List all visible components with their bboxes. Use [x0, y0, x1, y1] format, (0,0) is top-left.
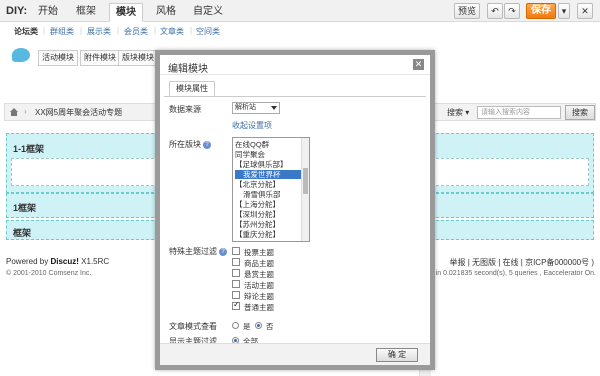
- close-diy-button[interactable]: ✕: [577, 3, 593, 19]
- checkbox-trade[interactable]: [232, 258, 240, 266]
- processed-info: ssed in 0.021835 second(s), 5 queries , …: [418, 270, 596, 277]
- list-item[interactable]: 【北京分舵】: [235, 180, 301, 189]
- checkbox-poll[interactable]: [232, 247, 240, 255]
- frame-label: 1-1框架: [13, 144, 45, 154]
- frame-label: 1框架: [13, 203, 37, 213]
- powered-by: Powered by Discuz! X1.5RC: [6, 257, 110, 266]
- help-icon: ?: [203, 140, 211, 149]
- list-item[interactable]: 【足球俱乐部】: [235, 160, 301, 169]
- radio-no[interactable]: [255, 322, 262, 329]
- tab-style[interactable]: 风格: [150, 3, 182, 22]
- list-item[interactable]: 【苏州分舵】: [235, 220, 301, 229]
- chevron-down-icon: [271, 106, 277, 110]
- help-icon: ?: [219, 247, 227, 256]
- list-item-selected[interactable]: 我爱世界杯: [235, 170, 301, 179]
- footer-links[interactable]: 举报 | 无图版 | 在线 | 京ICP备000000号 ): [450, 257, 595, 268]
- cat-display[interactable]: 展示类: [87, 26, 111, 37]
- preview-button[interactable]: 预览: [454, 3, 480, 19]
- cat-member[interactable]: 会员类: [124, 26, 148, 37]
- diy-toolbar: DIY: 开始 框架 模块 风格 自定义 预览 ↶ ↷ 保存 ▾ ✕: [0, 0, 600, 22]
- listbox-scrollbar[interactable]: [301, 138, 309, 241]
- tab-frame[interactable]: 框架: [70, 3, 102, 22]
- data-source-label: 数据来源: [169, 105, 201, 114]
- list-item[interactable]: 【上海分舵】: [235, 200, 301, 209]
- list-item[interactable]: 【重庆分舵】: [235, 230, 301, 239]
- data-source-select[interactable]: 解析站: [232, 102, 280, 114]
- save-dropdown-button[interactable]: ▾: [558, 3, 570, 19]
- discuz-link[interactable]: Discuz!: [50, 257, 78, 266]
- checkbox-activity[interactable]: [232, 280, 240, 288]
- diy-logo: DIY:: [6, 5, 28, 17]
- redo-icon[interactable]: ↷: [504, 3, 520, 19]
- special-filter-label: 特殊主题过滤?: [169, 246, 227, 257]
- edit-module-dialog: 编辑模块 ✕ 模块属性 数据来源 解析站 收起设置项 所在版块? 在线QQ群 同…: [155, 50, 435, 370]
- search-button[interactable]: 搜索: [565, 105, 595, 120]
- list-item[interactable]: 滑雪俱乐部: [235, 190, 301, 199]
- radio-yes[interactable]: [232, 322, 239, 329]
- dialog-footer: 确 定: [160, 343, 430, 365]
- cat-forum[interactable]: 论坛类: [14, 26, 38, 37]
- dialog-header: 编辑模块 ✕: [160, 55, 430, 75]
- tab-custom[interactable]: 自定义: [187, 3, 229, 22]
- cat-space[interactable]: 空间类: [196, 26, 220, 37]
- ok-button[interactable]: 确 定: [376, 348, 418, 362]
- save-button[interactable]: 保存: [526, 3, 556, 19]
- close-icon[interactable]: ✕: [413, 59, 424, 70]
- tab-module[interactable]: 模块: [109, 3, 143, 22]
- tab-start[interactable]: 开始: [32, 3, 64, 22]
- cat-group[interactable]: 群组类: [50, 26, 74, 37]
- list-item[interactable]: 【深圳分舵】: [235, 210, 301, 219]
- article-mode-label: 文章模式查看: [169, 322, 217, 331]
- checkbox-reward[interactable]: [232, 269, 240, 277]
- breadcrumb[interactable]: XX网5周年聚会活动专题: [35, 107, 122, 118]
- module-activity[interactable]: 活动模块: [38, 50, 78, 66]
- speech-bubble-icon: [12, 48, 30, 62]
- copyright: © 2001-2010 Comsenz Inc.: [6, 270, 92, 277]
- search-input[interactable]: 请输入搜索内容: [477, 106, 561, 119]
- search-scope-dropdown[interactable]: 搜索 ▾: [447, 107, 469, 118]
- module-board[interactable]: 版块模块: [118, 50, 158, 66]
- undo-icon[interactable]: ↶: [487, 3, 503, 19]
- list-item[interactable]: 在线QQ群: [235, 140, 301, 149]
- tab-module-properties[interactable]: 模块属性: [169, 81, 215, 97]
- module-attachment[interactable]: 附件模块: [80, 50, 120, 66]
- list-item[interactable]: 同学聚会: [235, 150, 301, 159]
- home-icon[interactable]: [9, 107, 19, 117]
- checkbox-debate[interactable]: [232, 291, 240, 299]
- cat-article[interactable]: 文章类: [160, 26, 184, 37]
- collapse-settings-link[interactable]: 收起设置项: [232, 120, 272, 131]
- board-listbox[interactable]: 在线QQ群 同学聚会 【足球俱乐部】 我爱世界杯 【北京分舵】 滑雪俱乐部 【上…: [232, 137, 310, 242]
- checkbox-normal[interactable]: [232, 300, 240, 310]
- board-label: 所在版块?: [169, 139, 211, 150]
- dialog-title: 编辑模块: [168, 64, 208, 75]
- frame-label: 框架: [13, 228, 32, 238]
